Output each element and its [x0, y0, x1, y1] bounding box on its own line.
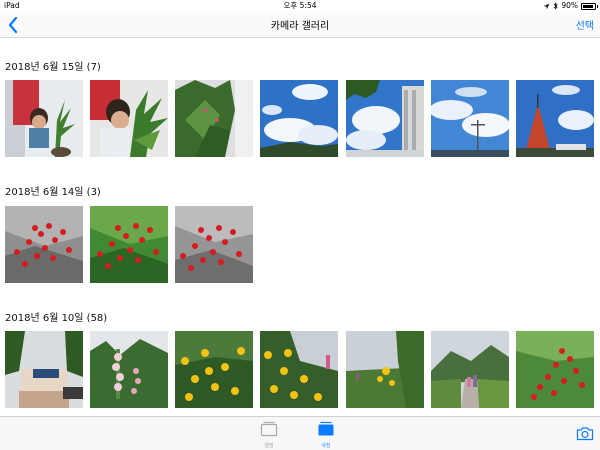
navigation-bar: 카메라 갤러리 선택: [0, 12, 600, 38]
tab-bar: 앨범 사진: [0, 416, 600, 450]
status-indicators: 90%: [543, 0, 598, 12]
select-button[interactable]: 선택: [576, 17, 594, 32]
status-time: 오후 5:54: [283, 1, 317, 10]
photo-thumbnail[interactable]: [5, 206, 83, 283]
section-date-header: 2018년 6월 15일 (7): [5, 62, 101, 73]
tab-label: 앨범: [264, 443, 274, 449]
photo-thumbnail[interactable]: [90, 331, 168, 408]
status-bar: iPad 오후 5:54 90%: [0, 0, 600, 12]
photo-thumbnail[interactable]: [5, 331, 83, 408]
bluetooth-icon: [553, 2, 558, 10]
tab-label: 사진: [321, 443, 331, 449]
section-date-header: 2018년 6월 14일 (3): [5, 187, 101, 198]
photo-thumbnail[interactable]: [175, 206, 253, 283]
photo-thumbnail[interactable]: [516, 80, 594, 157]
photo-thumbnail[interactable]: [175, 80, 253, 157]
photo-thumbnail[interactable]: [431, 331, 509, 408]
photo-thumbnail[interactable]: [260, 331, 338, 408]
photo-thumbnail[interactable]: [346, 80, 424, 157]
photo-thumbnail[interactable]: [516, 331, 594, 408]
photo-thumbnail[interactable]: [90, 206, 168, 283]
tab-albums[interactable]: 앨범: [249, 421, 289, 449]
photo-thumbnail[interactable]: [175, 331, 253, 408]
albums-icon: [260, 421, 278, 437]
photo-thumbnail[interactable]: [90, 80, 168, 157]
photo-thumbnail[interactable]: [346, 331, 424, 408]
photo-grid[interactable]: 2018년 6월 15일 (7) 2018년 6월 14일 (3) 2018년 …: [0, 39, 600, 415]
photo-thumbnail[interactable]: [431, 80, 509, 157]
tab-photos[interactable]: 사진: [306, 421, 346, 449]
photo-thumbnail[interactable]: [260, 80, 338, 157]
photos-icon: [318, 421, 334, 436]
location-arrow-icon: [544, 3, 550, 9]
camera-button[interactable]: [576, 426, 594, 441]
section-date-header: 2018년 6월 10일 (58): [5, 313, 108, 324]
page-title: 카메라 갤러리: [270, 21, 330, 32]
battery-icon: [581, 2, 598, 10]
camera-icon: [576, 427, 594, 441]
battery-percent: 90%: [561, 1, 578, 10]
photo-thumbnail[interactable]: [5, 80, 83, 157]
